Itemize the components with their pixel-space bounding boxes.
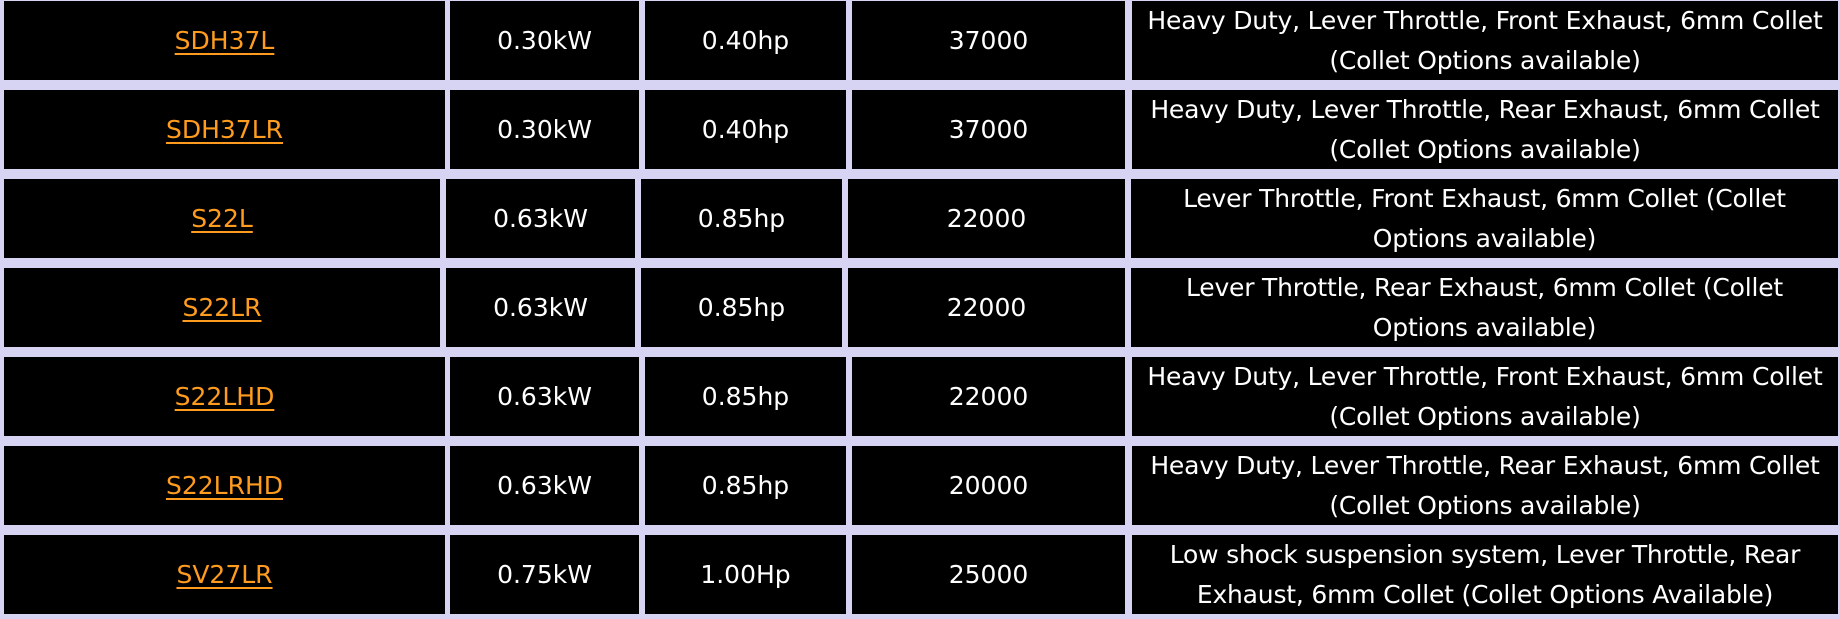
power-kw-cell: 0.63kW bbox=[446, 179, 635, 258]
power-kw-cell: 0.63kW bbox=[446, 268, 635, 347]
model-cell: S22LR bbox=[4, 268, 440, 347]
power-kw-cell: 0.75kW bbox=[450, 535, 639, 614]
rpm-cell: 22000 bbox=[848, 268, 1125, 347]
power-hp-cell: 0.85hp bbox=[645, 357, 846, 436]
power-hp-cell: 0.85hp bbox=[641, 179, 842, 258]
power-hp-cell: 0.40hp bbox=[645, 90, 846, 169]
rpm-cell: 25000 bbox=[852, 535, 1125, 614]
description-cell: Heavy Duty, Lever Throttle, Front Exhaus… bbox=[1132, 357, 1838, 436]
rpm-cell: 37000 bbox=[852, 1, 1125, 80]
description-cell: Lever Throttle, Rear Exhaust, 6mm Collet… bbox=[1131, 268, 1838, 347]
power-hp-cell: 0.85hp bbox=[641, 268, 842, 347]
description-cell: Lever Throttle, Front Exhaust, 6mm Colle… bbox=[1131, 179, 1838, 258]
power-hp-cell: 0.85hp bbox=[645, 446, 846, 525]
power-hp-cell: 1.00Hp bbox=[645, 535, 846, 614]
power-kw-cell: 0.30kW bbox=[450, 1, 639, 80]
model-link[interactable]: SDH37LR bbox=[166, 110, 283, 150]
description-cell: Low shock suspension system, Lever Throt… bbox=[1132, 535, 1838, 614]
power-kw-cell: 0.63kW bbox=[450, 357, 639, 436]
model-link[interactable]: S22LR bbox=[183, 288, 262, 328]
rpm-cell: 22000 bbox=[848, 179, 1125, 258]
rpm-cell: 22000 bbox=[852, 357, 1125, 436]
model-link[interactable]: SDH37L bbox=[175, 21, 275, 61]
model-cell: SV27LR bbox=[4, 535, 445, 614]
model-cell: SDH37L bbox=[4, 1, 445, 80]
rpm-cell: 37000 bbox=[852, 90, 1125, 169]
model-cell: SDH37LR bbox=[4, 90, 445, 169]
power-hp-cell: 0.40hp bbox=[645, 1, 846, 80]
model-link[interactable]: S22L bbox=[191, 199, 253, 239]
model-cell: S22L bbox=[4, 179, 440, 258]
product-spec-table: SDH37L 0.30kW 0.40hp 37000 Heavy Duty, L… bbox=[0, 0, 1840, 619]
description-cell: Heavy Duty, Lever Throttle, Front Exhaus… bbox=[1132, 1, 1838, 80]
model-cell: S22LHD bbox=[4, 357, 445, 436]
model-link[interactable]: S22LHD bbox=[175, 377, 275, 417]
description-cell: Heavy Duty, Lever Throttle, Rear Exhaust… bbox=[1132, 446, 1838, 525]
rpm-cell: 20000 bbox=[852, 446, 1125, 525]
power-kw-cell: 0.63kW bbox=[450, 446, 639, 525]
power-kw-cell: 0.30kW bbox=[450, 90, 639, 169]
model-link[interactable]: S22LRHD bbox=[166, 466, 283, 506]
model-link[interactable]: SV27LR bbox=[176, 555, 272, 595]
model-cell: S22LRHD bbox=[4, 446, 445, 525]
description-cell: Heavy Duty, Lever Throttle, Rear Exhaust… bbox=[1132, 90, 1838, 169]
